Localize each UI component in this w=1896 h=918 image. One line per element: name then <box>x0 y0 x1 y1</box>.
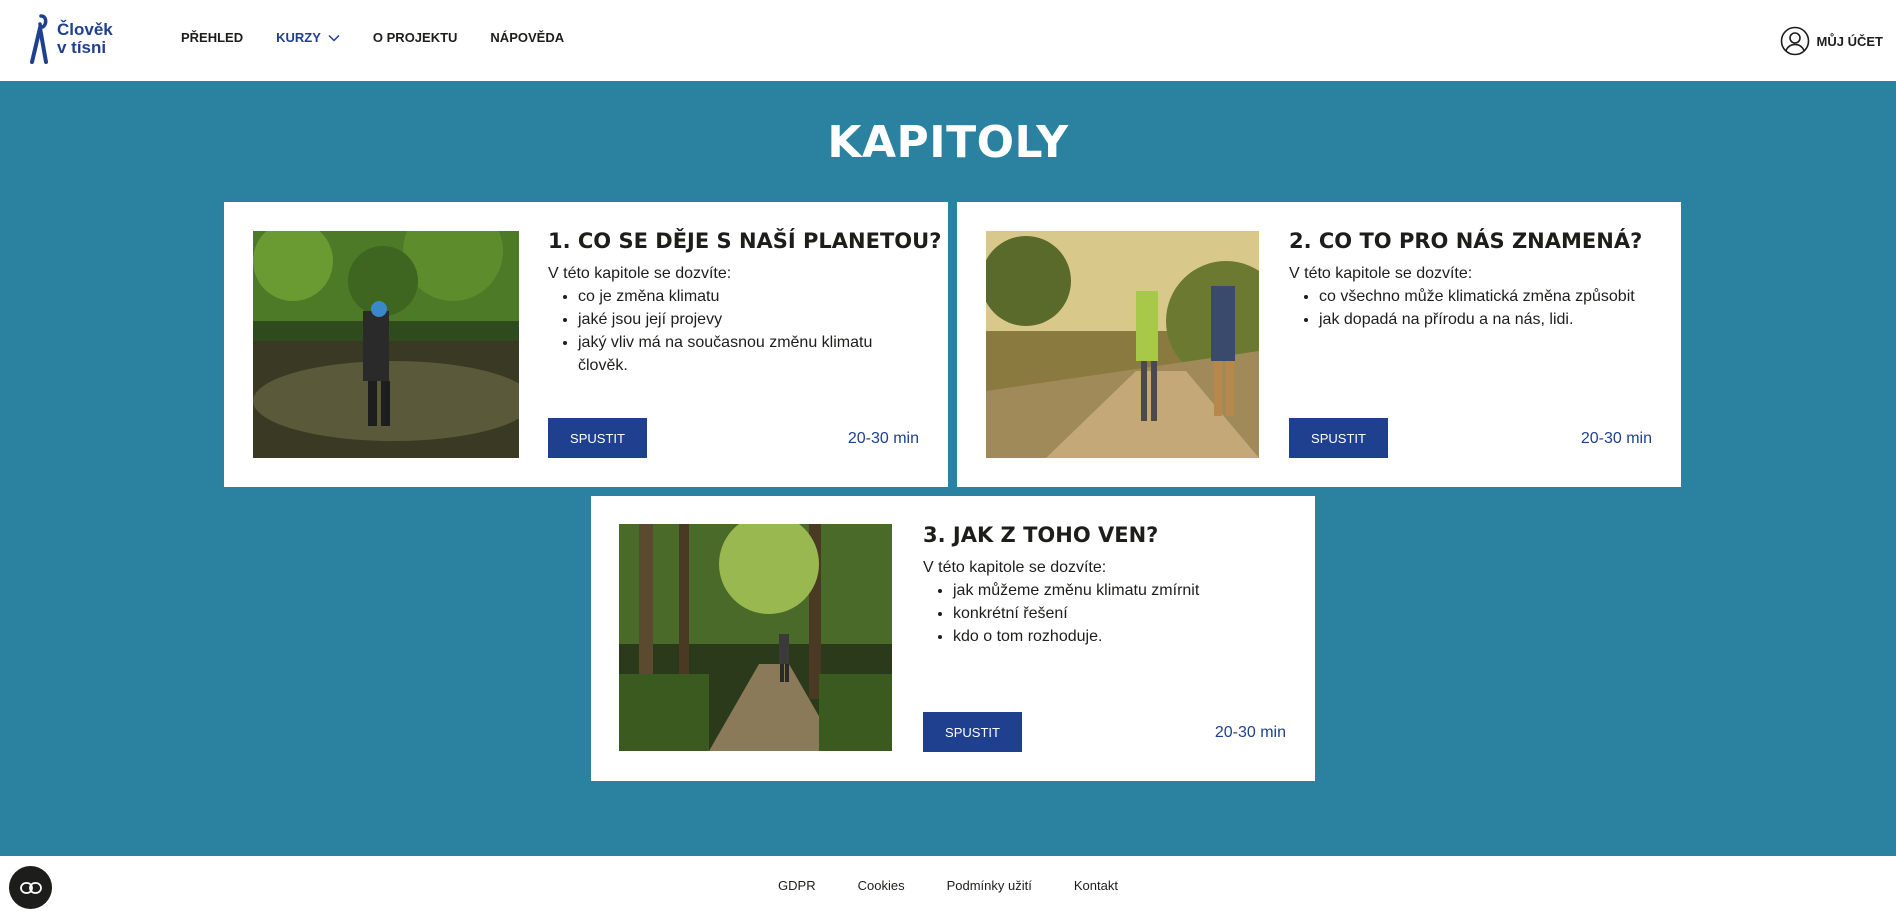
chapter-image-river-hiker <box>253 231 519 458</box>
nav-item-prehled[interactable]: PŘEHLED <box>181 30 243 45</box>
list-item: co je změna klimatu <box>578 285 919 308</box>
list-item: co všechno může klimatická změna způsobi… <box>1319 285 1652 308</box>
site-footer: GDPR Cookies Podmínky užití Kontakt <box>0 856 1896 918</box>
main-nav: PŘEHLED KURZY O PROJEKTU NÁPOVĚDA <box>181 30 597 45</box>
nav-item-napoveda[interactable]: NÁPOVĚDA <box>490 30 564 45</box>
site-header: Člověk v tísni PŘEHLED KURZY O PROJEKTU … <box>0 0 1896 81</box>
chapter-body: 2. CO TO PRO NÁS ZNAMENÁ? V této kapitol… <box>1289 229 1652 458</box>
page-title: KAPITOLY <box>827 117 1069 168</box>
chapter-card-1: 1. CO SE DĚJE S NAŠÍ PLANETOU? V této ka… <box>224 202 948 487</box>
start-button[interactable]: SPUSTIT <box>548 418 647 458</box>
chapter-intro: V této kapitole se dozvíte: <box>1289 265 1473 282</box>
chapter-title: 1. CO SE DĚJE S NAŠÍ PLANETOU? <box>548 229 942 253</box>
footer-link-gdpr[interactable]: GDPR <box>778 878 816 893</box>
nav-item-o-projektu[interactable]: O PROJEKTU <box>373 30 458 45</box>
logo-text: Člověk v tísni <box>57 21 113 57</box>
chapter-bullet-list: co všechno může klimatická změna způsobi… <box>1289 285 1652 331</box>
logo[interactable]: Člověk v tísni <box>28 14 128 64</box>
list-item: jak dopadá na přírodu a na nás, lidi. <box>1319 308 1652 331</box>
footer-links: GDPR Cookies Podmínky užití Kontakt <box>0 878 1896 893</box>
duration-label: 20-30 min <box>1580 430 1652 447</box>
list-item: jaké jsou její projevy <box>578 308 919 331</box>
chapter-card-3: 3. JAK Z TOHO VEN? V této kapitole se do… <box>591 496 1315 781</box>
footer-link-contact[interactable]: Kontakt <box>1074 878 1118 893</box>
logo-line2: v tísni <box>57 38 107 57</box>
chapter-image-hikers-trail <box>986 231 1259 458</box>
duration-label: 20-30 min <box>1214 724 1286 741</box>
nav-item-label: NÁPOVĚDA <box>490 30 565 45</box>
duration-label: 20-30 min <box>847 430 919 447</box>
list-item: kdo o tom rozhoduje. <box>953 625 1286 648</box>
start-button[interactable]: SPUSTIT <box>1289 418 1388 458</box>
logo-person-icon <box>30 14 48 64</box>
start-button[interactable]: SPUSTIT <box>923 712 1022 752</box>
list-item: jaký vliv má na současnou změnu klimatu … <box>578 331 919 377</box>
list-item: konkrétní řešení <box>953 602 1286 625</box>
footer-link-cookies[interactable]: Cookies <box>858 878 905 893</box>
nav-item-label: O PROJEKTU <box>372 30 458 45</box>
logo-line1: Člověk <box>57 20 113 39</box>
chapter-title: 2. CO TO PRO NÁS ZNAMENÁ? <box>1289 229 1643 253</box>
list-item: jak můžeme změnu klimatu zmírnit <box>953 579 1286 602</box>
chapter-bullet-list: co je změna klimatu jaké jsou její proje… <box>548 285 919 377</box>
nav-item-label: KURZY <box>276 30 321 45</box>
chapter-intro: V této kapitole se dozvíte: <box>923 559 1107 576</box>
chapter-title: 3. JAK Z TOHO VEN? <box>923 523 1159 547</box>
chapters-section: KAPITOLY 1. CO SE DĚJE S NAŠÍ PLANETOU? … <box>0 81 1896 856</box>
chapter-bullet-list: jak můžeme změnu klimatu zmírnit konkrét… <box>923 579 1286 648</box>
chapter-card-2: 2. CO TO PRO NÁS ZNAMENÁ? V této kapitol… <box>957 202 1681 487</box>
account-link[interactable]: MŮJ ÚČET <box>1780 26 1883 56</box>
user-icon <box>1780 26 1809 56</box>
chapter-body: 1. CO SE DĚJE S NAŠÍ PLANETOU? V této ka… <box>548 229 942 458</box>
account-label: MŮJ ÚČET <box>1816 33 1883 49</box>
nav-item-label: PŘEHLED <box>181 30 244 45</box>
chapter-image-forest-path <box>619 524 892 751</box>
footer-link-terms[interactable]: Podmínky užití <box>947 878 1032 893</box>
nav-item-kurzy[interactable]: KURZY <box>276 30 340 45</box>
chapter-intro: V této kapitole se dozvíte: <box>548 265 732 282</box>
chevron-down-icon <box>328 34 340 42</box>
chapter-body: 3. JAK Z TOHO VEN? V této kapitole se do… <box>923 523 1286 752</box>
